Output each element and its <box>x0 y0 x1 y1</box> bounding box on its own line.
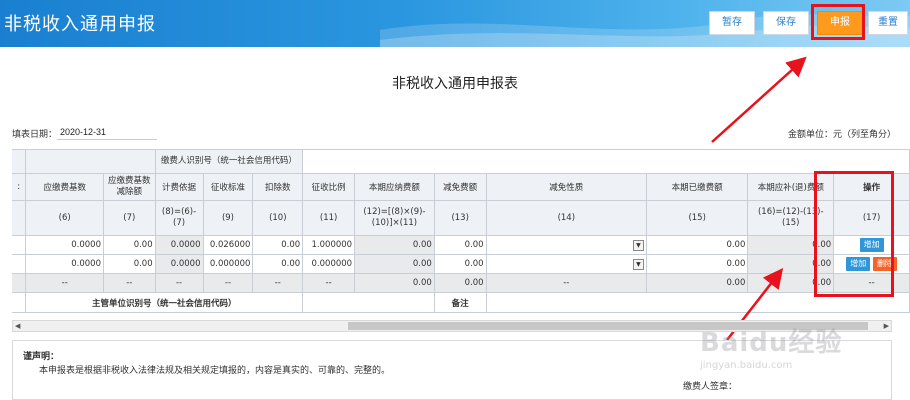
declaration-title: 谨声明： <box>23 352 60 362</box>
scroll-right-icon[interactable]: ▶ <box>884 322 889 330</box>
baidu-watermark-url: jingyan.baidu.com <box>700 360 793 371</box>
arrow-to-submit <box>711 56 807 143</box>
signature-label: 缴费人签章： <box>683 382 738 392</box>
declaration-text: 本申报表是根据非税收入法律法规及相关规定填报的，内容是真实的、可靠的、完整的。 <box>39 366 391 376</box>
scroll-left-icon[interactable]: ◀ <box>15 322 20 330</box>
baidu-watermark: Baidu经验 <box>700 328 843 358</box>
